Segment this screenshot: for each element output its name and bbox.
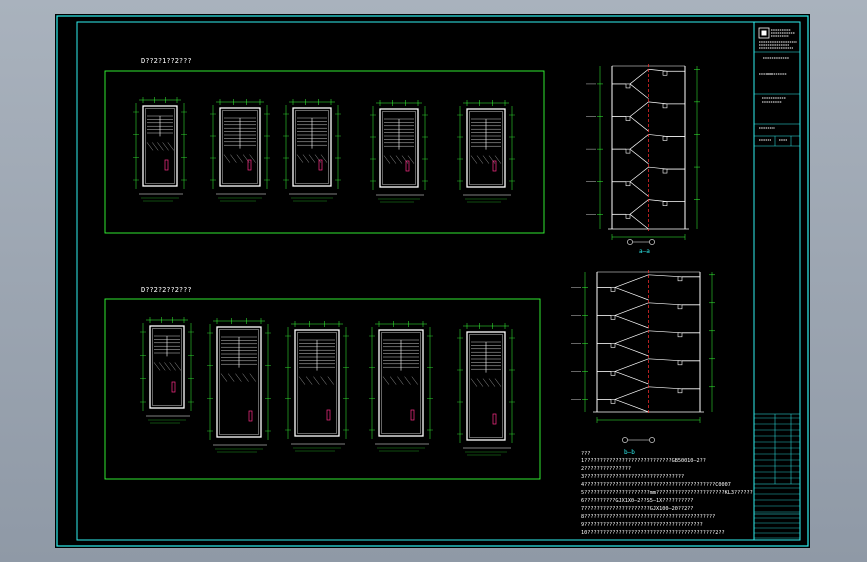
section-a-label: a—a <box>639 248 650 255</box>
note-line: 4???????????????????????????????????????… <box>581 482 731 488</box>
stair-plan <box>370 100 428 203</box>
drawing-outer-frame <box>56 15 809 547</box>
drawing-canvas[interactable]: D??2?1??2??? D??2?2??2??? a—a b—b ??? 1?… <box>55 14 810 548</box>
notes-heading: ??? <box>581 451 590 457</box>
title-block <box>753 22 800 540</box>
stair-section-b-drawing <box>571 270 715 423</box>
drawing-viewport[interactable]: D??2?1??2??? D??2?2??2??? a—a b—b ??? 1?… <box>55 14 810 548</box>
section-b-label: b—b <box>624 449 635 456</box>
stair-plan <box>457 100 515 203</box>
section-2-title: D??2?2??2??? <box>141 286 192 294</box>
stair-plan <box>285 321 349 452</box>
stair-plan <box>140 317 194 424</box>
note-line: 8???????????????????????????????????????… <box>581 514 715 520</box>
note-line: 7?????????????????????GJX100—20??2?? <box>581 506 693 512</box>
note-line: 5?????????????????????mm????????????????… <box>581 490 753 496</box>
general-notes: ??? 1????????????????????????????GB50010… <box>581 451 753 536</box>
section-1-panel <box>104 70 545 234</box>
note-line: 10??????????????????????????????????????… <box>581 530 725 536</box>
stair-plans-row-2 <box>140 317 515 456</box>
stair-plan <box>369 321 433 452</box>
section-1-title: D??2?1??2??? <box>141 57 192 65</box>
stair-plan <box>283 99 341 202</box>
note-line: 9?????????????????????????????????????? <box>581 522 703 528</box>
stair-plan <box>210 99 270 202</box>
stair-plan <box>207 318 271 453</box>
stair-plan <box>133 97 187 202</box>
note-line: 1????????????????????????????GB50010—2?? <box>581 458 706 464</box>
stair-plan <box>457 323 515 456</box>
stair-plans-row-1 <box>133 97 515 203</box>
note-line: 2??????????????? <box>581 466 631 472</box>
note-line: 3???????????????????????????????? <box>581 474 684 480</box>
note-line: 6??????????GJX1X0—2??S5—1X?????????? <box>581 498 693 504</box>
